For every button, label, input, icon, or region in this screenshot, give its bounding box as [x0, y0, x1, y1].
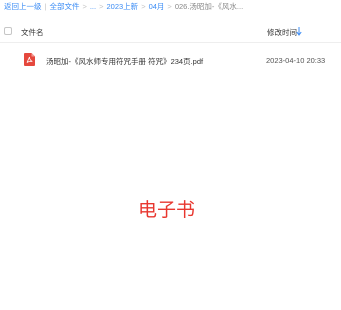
- breadcrumb-separator: >: [167, 2, 172, 11]
- sort-arrow-down-icon[interactable]: [296, 27, 302, 38]
- file-name[interactable]: 汤昭加-《风水师专用符咒手册 符咒》234页.pdf: [46, 56, 203, 67]
- select-all-checkbox[interactable]: [4, 27, 12, 35]
- file-modified-time: 2023-04-10 20:33: [266, 56, 326, 65]
- breadcrumb-2023-folder[interactable]: 2023上新: [107, 2, 139, 11]
- file-row[interactable]: 汤昭加-《风水师专用符咒手册 符咒》234页.pdf 2023-04-10 20…: [0, 49, 341, 71]
- pdf-file-icon: [24, 53, 35, 66]
- breadcrumb-current-folder: 026.汤昭加-《风水...: [174, 2, 244, 11]
- column-header-modified-time[interactable]: 修改时间: [267, 27, 297, 38]
- breadcrumb-separator: >: [99, 2, 104, 11]
- back-link[interactable]: 返回上一级: [4, 2, 42, 11]
- breadcrumb: 返回上一级 | 全部文件 >... >2023上新 >04月 >026.汤昭加-《风水...: [4, 0, 339, 14]
- breadcrumb-separator: >: [82, 2, 87, 11]
- breadcrumb-ellipsis[interactable]: ...: [90, 2, 96, 11]
- file-list-header: 文件名 修改时间: [0, 22, 341, 43]
- breadcrumb-april-folder[interactable]: 04月: [149, 2, 165, 11]
- breadcrumb-divider: |: [44, 2, 47, 11]
- breadcrumb-all-files[interactable]: 全部文件: [49, 2, 79, 11]
- column-header-filename[interactable]: 文件名: [21, 27, 44, 38]
- ebook-watermark: 电子书: [137, 200, 195, 221]
- breadcrumb-separator: >: [141, 2, 146, 11]
